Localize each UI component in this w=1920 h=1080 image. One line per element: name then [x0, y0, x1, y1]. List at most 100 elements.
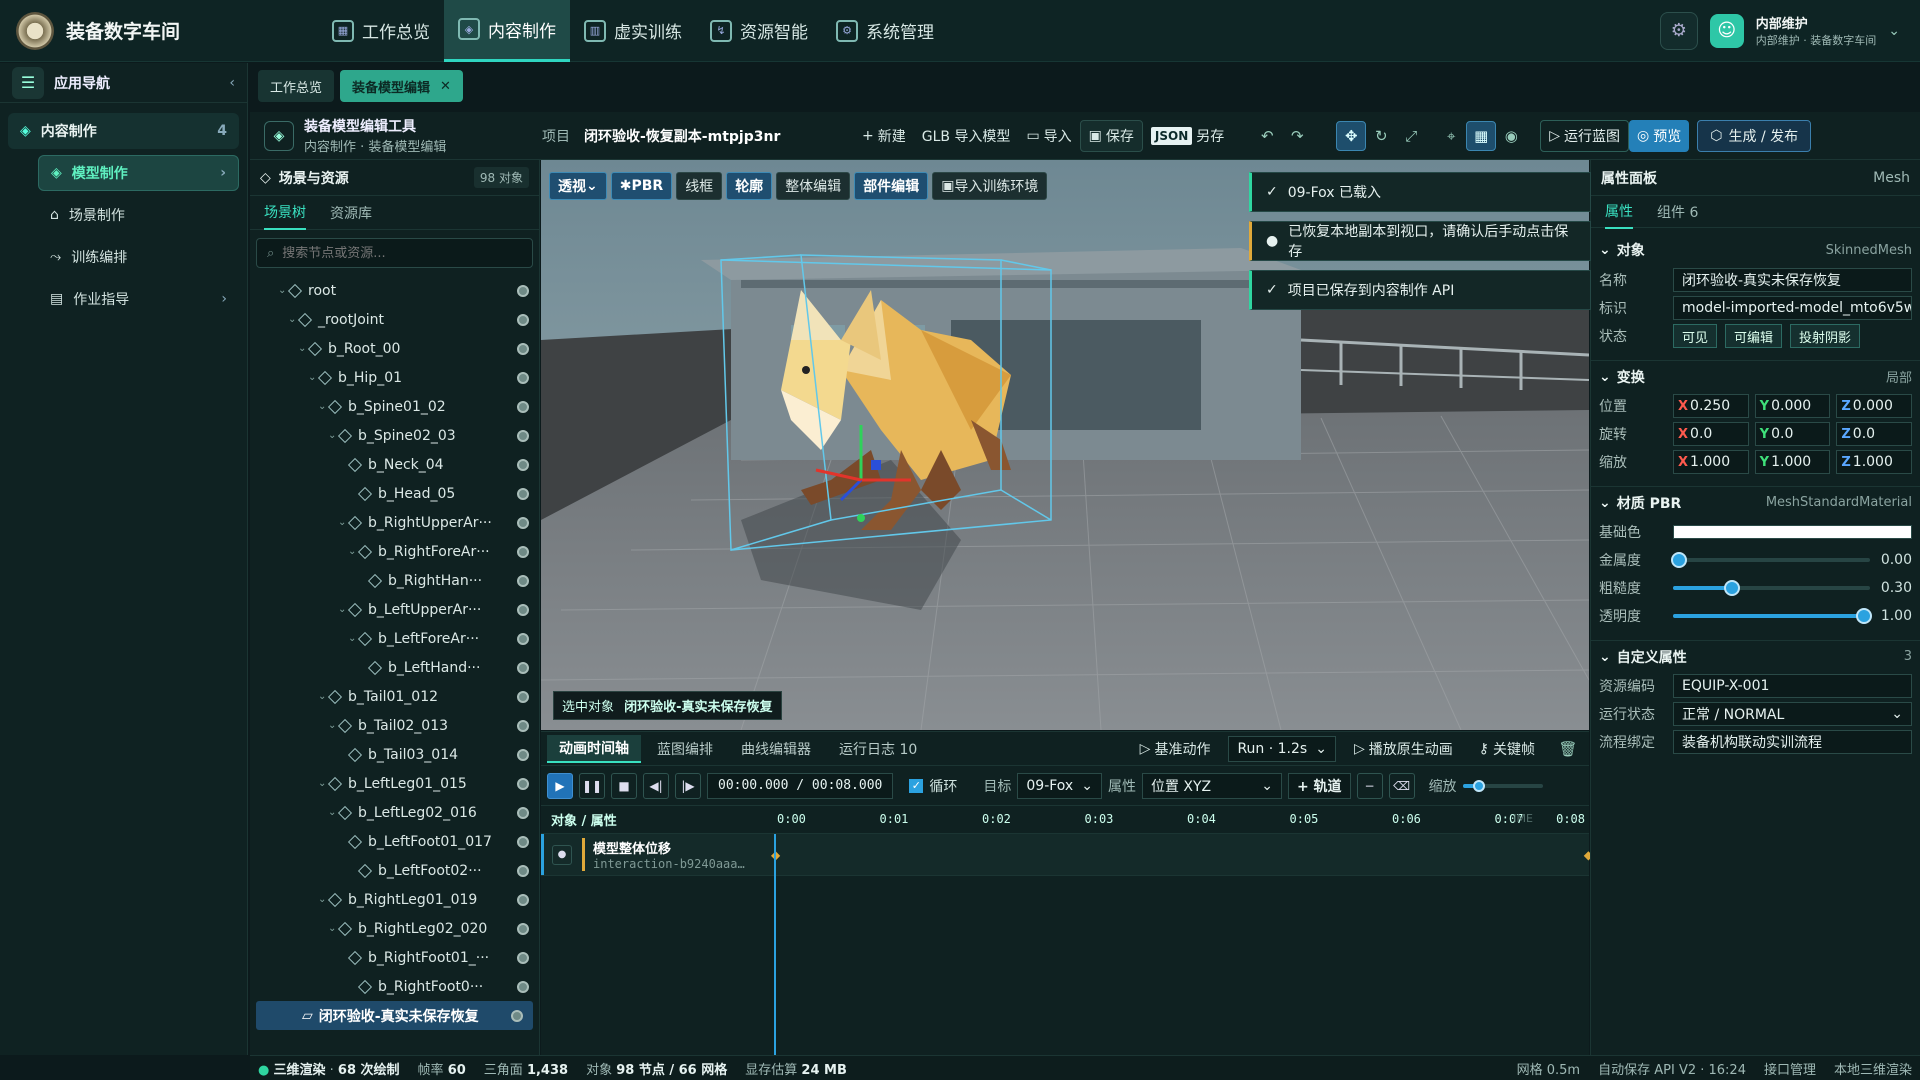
preview-button[interactable]: ◎ 预览: [1629, 119, 1690, 152]
tree-node[interactable]: ⌄ b_Spine02_03: [250, 421, 539, 450]
keyframe-button[interactable]: ⚷ 关键帧: [1471, 733, 1543, 765]
selected-object-row[interactable]: ▱ 闭环验收-真实未保存恢复: [256, 1001, 533, 1030]
tree-node[interactable]: b_Tail03_014: [250, 740, 539, 769]
tree-node[interactable]: b_Head_05: [250, 479, 539, 508]
sidebar-item-scene[interactable]: ⌂ 场景制作: [38, 197, 239, 233]
tree-node[interactable]: ⌄ b_Hip_01: [250, 363, 539, 392]
visibility-icon[interactable]: [517, 342, 529, 355]
add-track-button[interactable]: + 轨道: [1287, 772, 1351, 799]
editable-toggle[interactable]: 可编辑: [1725, 324, 1783, 348]
visible-toggle[interactable]: 可见: [1673, 324, 1718, 348]
nav-item-overview[interactable]: ▦ 工作总览: [318, 0, 444, 62]
visibility-icon[interactable]: [517, 545, 529, 558]
loop-checkbox[interactable]: ✓: [909, 778, 924, 793]
id-field[interactable]: model-imported-model_mto6v5w: [1673, 296, 1912, 320]
sidebar-item-model[interactable]: ◈ 模型制作 ›: [38, 155, 239, 191]
visibility-icon[interactable]: [517, 748, 529, 761]
tree-node[interactable]: ⌄ b_Spine01_02: [250, 392, 539, 421]
tree-node[interactable]: b_LeftFoot02···: [250, 856, 539, 885]
track-visibility-icon[interactable]: ●: [552, 844, 572, 865]
tree-node[interactable]: ⌄ root: [250, 276, 539, 305]
tree-node[interactable]: ⌄ b_RightLeg02_020: [250, 914, 539, 943]
scale-z-field[interactable]: Z 1.000: [1836, 450, 1913, 474]
visibility-icon[interactable]: [517, 719, 529, 732]
action-select[interactable]: Run · 1.2s ⌄: [1228, 735, 1336, 762]
visibility-icon[interactable]: [517, 400, 529, 413]
outline-button[interactable]: 轮廓: [726, 172, 773, 200]
new-button[interactable]: + 新建: [854, 120, 914, 152]
pos-x-field[interactable]: X 0.250: [1673, 394, 1749, 418]
tab-run-log[interactable]: 运行日志 10: [827, 735, 929, 763]
visibility-icon[interactable]: [517, 922, 529, 935]
stop-button[interactable]: ■: [611, 772, 637, 799]
scale-y-field[interactable]: Y 1.000: [1754, 450, 1831, 474]
visibility-icon[interactable]: [517, 574, 529, 587]
visibility-icon[interactable]: [517, 603, 529, 616]
base-color-swatch[interactable]: [1673, 525, 1912, 539]
tree-node[interactable]: b_LeftHand···: [250, 653, 539, 682]
visibility-icon[interactable]: [511, 1009, 523, 1022]
section-material[interactable]: ⌄ 材质 PBR MeshStandardMaterial: [1591, 486, 1920, 518]
tree-node[interactable]: ⌄ b_Root_00: [250, 334, 539, 363]
search-input[interactable]: [282, 245, 503, 261]
collapse-icon[interactable]: ‹: [229, 75, 235, 91]
wireframe-button[interactable]: 线框: [676, 172, 723, 200]
menu-icon[interactable]: ☰: [12, 66, 44, 99]
save-button[interactable]: ▣ 保存: [1079, 119, 1143, 152]
tree-node[interactable]: b_RightFoot0···: [250, 972, 539, 1001]
rotate-icon[interactable]: ↻: [1366, 121, 1396, 151]
attribute-select[interactable]: 位置 XYZ ⌄: [1141, 772, 1282, 799]
pos-y-field[interactable]: Y 0.000: [1754, 394, 1831, 418]
visibility-icon[interactable]: [517, 864, 529, 877]
visibility-icon[interactable]: [517, 806, 529, 819]
tab-overview[interactable]: 工作总览: [258, 70, 335, 102]
sidebar-section-content[interactable]: ◈ 内容制作 4: [8, 113, 239, 149]
close-icon[interactable]: ✕: [440, 79, 451, 94]
rot-z-field[interactable]: Z 0.0: [1836, 422, 1913, 446]
whole-edit-button[interactable]: 整体编辑: [776, 172, 851, 200]
move-icon[interactable]: ✥: [1336, 120, 1367, 151]
settings-button[interactable]: ⚙: [1659, 11, 1698, 50]
tree-node[interactable]: b_LeftFoot01_017: [250, 827, 539, 856]
sidebar-item-guide[interactable]: ▤ 作业指导 ›: [38, 281, 239, 317]
api-link[interactable]: 接口管理: [1764, 1059, 1816, 1078]
scale-icon[interactable]: ⤢: [1396, 121, 1426, 151]
nav-item-system[interactable]: ⚙ 系统管理: [822, 0, 948, 62]
tree-node[interactable]: ⌄ b_Tail01_012: [250, 682, 539, 711]
sidebar-item-training[interactable]: ⤳ 训练编排: [38, 239, 239, 275]
focus-icon[interactable]: ⌖: [1436, 121, 1466, 151]
visibility-icon[interactable]: [517, 284, 529, 297]
scene-search[interactable]: ⌕: [256, 238, 533, 268]
nav-item-content[interactable]: ◈ 内容制作: [444, 0, 570, 62]
tree-node[interactable]: ⌄ b_RightForeAr···: [250, 537, 539, 566]
clear-icon[interactable]: ⌫: [1388, 772, 1415, 799]
scale-x-field[interactable]: X 1.000: [1673, 450, 1749, 474]
cast-shadow-toggle[interactable]: 投射阴影: [1790, 324, 1861, 348]
tree-node[interactable]: ⌄ b_RightLeg01_019: [250, 885, 539, 914]
playhead[interactable]: [774, 834, 776, 1056]
tab-blueprint[interactable]: 蓝图编排: [645, 735, 725, 763]
grid-toggle-icon[interactable]: ▦: [1466, 120, 1497, 151]
visibility-icon[interactable]: [517, 893, 529, 906]
tab-scene-tree[interactable]: 场景树: [264, 196, 306, 230]
step-forward-button[interactable]: |▶: [675, 772, 701, 799]
tab-components[interactable]: 组件 6: [1657, 195, 1698, 229]
play-native-button[interactable]: ▷ 播放原生动画: [1346, 733, 1461, 765]
track-lane[interactable]: ◆ ◆: [771, 834, 1593, 875]
pause-button[interactable]: ❚❚: [579, 772, 605, 799]
flow-binding-field[interactable]: 装备机构联动实训流程: [1673, 730, 1912, 754]
tab-model-edit[interactable]: 装备模型编辑 ✕: [340, 70, 463, 102]
user-info[interactable]: 内部维护 内部维护 · 装备数字车间: [1756, 13, 1877, 48]
rot-x-field[interactable]: X 0.0: [1673, 422, 1749, 446]
tab-animation-timeline[interactable]: 动画时间轴: [547, 734, 641, 763]
run-blueprint-button[interactable]: ▷ 运行蓝图: [1540, 119, 1630, 152]
time-ruler[interactable]: 0:00 0:01 0:02 0:03 0:04 0:05 0:06 0:07 0:08 IME: [773, 806, 1589, 834]
nav-item-training[interactable]: ▥ 虚实训练: [570, 0, 696, 62]
tree-node[interactable]: b_RightFoot01_···: [250, 943, 539, 972]
section-transform[interactable]: ⌄ 变换 局部: [1591, 360, 1920, 392]
tree-node[interactable]: ⌄ _rootJoint: [250, 305, 539, 334]
tree-node[interactable]: ⌄ b_LeftLeg02_016: [250, 798, 539, 827]
user-avatar[interactable]: ☺: [1709, 13, 1744, 48]
import-training-button[interactable]: ▣ 导入训练环境: [932, 172, 1048, 200]
visibility-icon[interactable]: [517, 458, 529, 471]
